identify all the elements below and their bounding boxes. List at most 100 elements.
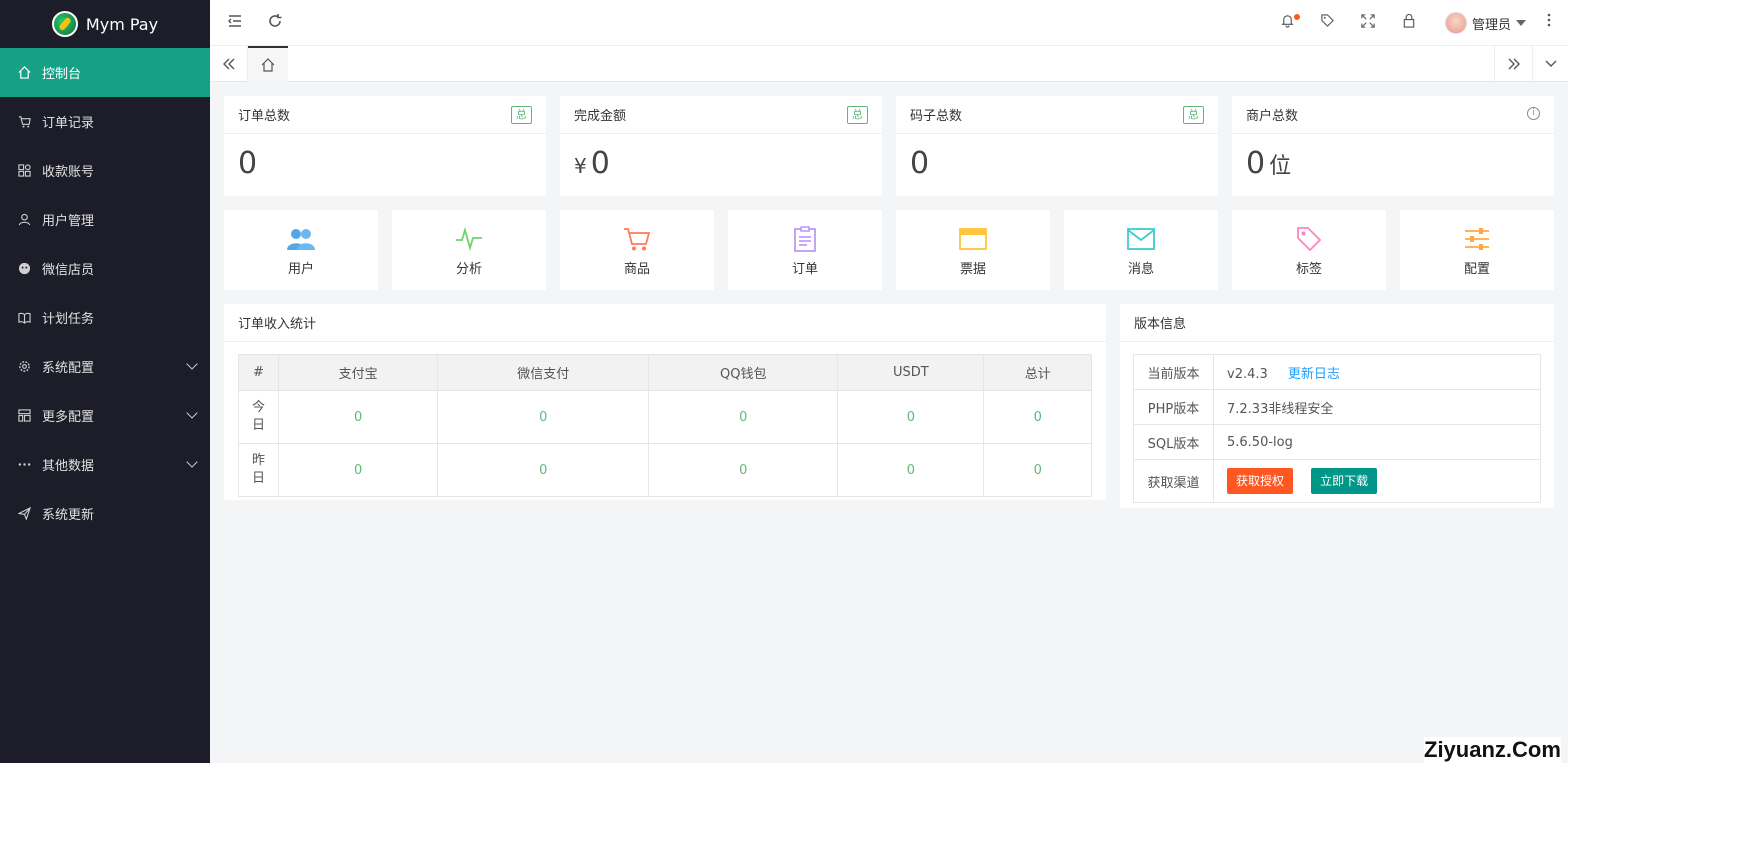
- stat-value-row: 0: [896, 134, 1218, 193]
- sidebar-item-system-update[interactable]: 系统更新: [0, 489, 210, 538]
- panel-title: 版本信息: [1134, 317, 1187, 332]
- pulse-icon: [453, 224, 485, 254]
- stat-value: 0: [590, 146, 610, 181]
- tabs-scroll-right-icon[interactable]: [1494, 46, 1532, 82]
- quick-label: 配置: [1463, 261, 1490, 277]
- caret-down-icon: [1516, 20, 1526, 26]
- sidebar-item-more-config[interactable]: 更多配置: [0, 391, 210, 440]
- row-value: 获取授权 立即下载: [1213, 459, 1541, 503]
- stat-card-header: 完成金额 总: [560, 96, 882, 134]
- sidebar-item-system-config[interactable]: 系统配置: [0, 342, 210, 391]
- table-row: 昨日 0 0 0 0 0: [238, 443, 1092, 497]
- tag-icon: [1293, 224, 1325, 254]
- sidebar-item-label: 系统配置: [42, 361, 95, 376]
- sidebar-item-tasks[interactable]: 计划任务: [0, 293, 210, 342]
- tab-home[interactable]: [248, 46, 288, 82]
- quick-label: 用户: [287, 261, 314, 277]
- column-header: 支付宝: [277, 354, 439, 391]
- table-row: 当前版本 v2.4.3 更新日志: [1133, 354, 1541, 390]
- template-icon: [18, 409, 31, 422]
- sidebar-item-other-data[interactable]: 其他数据: [0, 440, 210, 489]
- quick-label: 标签: [1295, 261, 1322, 277]
- table-cell: 0: [437, 390, 650, 444]
- app-root: Mym Pay 控制台 订单记录 收款账号 用户管理 微信店员 计划任务 系统配…: [0, 0, 1568, 763]
- tabs-scroll-left-icon[interactable]: [210, 46, 248, 82]
- info-icon[interactable]: i: [1527, 107, 1540, 120]
- tabs-dropdown-icon[interactable]: [1532, 46, 1568, 82]
- column-header: #: [238, 354, 279, 391]
- more-vertical-icon[interactable]: [1547, 12, 1551, 32]
- changelog-link[interactable]: 更新日志: [1288, 367, 1340, 382]
- panel-header: 订单收入统计: [224, 304, 1106, 342]
- stat-title: 订单总数: [238, 109, 291, 124]
- cart-icon: [621, 224, 653, 254]
- user-name: 管理员: [1471, 17, 1511, 33]
- cart-icon: [18, 115, 31, 128]
- sidebar-item-label: 收款账号: [42, 165, 95, 180]
- quick-config[interactable]: 配置: [1400, 210, 1554, 290]
- quick-analysis[interactable]: 分析: [392, 210, 546, 290]
- user-menu[interactable]: 管理员: [1444, 12, 1526, 34]
- sidebar-item-label: 微信店员: [42, 263, 95, 278]
- top-header: 管理员: [210, 0, 1568, 46]
- column-header: 总计: [983, 354, 1092, 391]
- total-badge: 总: [1183, 106, 1204, 124]
- quick-label: 订单: [791, 261, 818, 277]
- more-icon: [18, 458, 31, 471]
- table-cell: 0: [648, 390, 839, 444]
- sidebar-item-label: 订单记录: [42, 116, 95, 131]
- tag-icon[interactable]: [1320, 13, 1335, 32]
- sidebar-item-dashboard[interactable]: 控制台: [0, 48, 210, 97]
- watermark: Ziyuanz.Com: [1424, 737, 1561, 763]
- quick-label: 消息: [1127, 261, 1154, 277]
- fullscreen-icon[interactable]: [1361, 13, 1375, 32]
- stat-title: 完成金额: [574, 109, 627, 124]
- sidebar-item-accounts[interactable]: 收款账号: [0, 146, 210, 195]
- bell-icon[interactable]: [1280, 13, 1295, 32]
- quick-label: 分析: [455, 261, 482, 277]
- table-cell: 0: [437, 443, 650, 497]
- home-icon: [261, 58, 275, 72]
- quick-users[interactable]: 用户: [224, 210, 378, 290]
- wechat-icon: [18, 262, 31, 275]
- chevron-down-icon: [186, 456, 198, 468]
- stat-value: 0: [1246, 146, 1266, 181]
- quick-messages[interactable]: 消息: [1064, 210, 1218, 290]
- logo[interactable]: Mym Pay: [0, 0, 210, 48]
- get-license-button[interactable]: 获取授权: [1227, 468, 1294, 494]
- stat-card-merchants: 商户总数 i 0 位: [1232, 96, 1554, 196]
- sidebar-item-label: 计划任务: [42, 312, 95, 327]
- rocket-logo-icon: [51, 11, 78, 37]
- order-income-panel: 订单收入统计 # 支付宝 微信支付 QQ钱包 USDT 总计 今日 0 0 0 …: [224, 304, 1106, 500]
- sidebar-item-label: 控制台: [42, 67, 82, 82]
- app-name: Mym Pay: [85, 14, 159, 34]
- table-cell: 0: [277, 443, 439, 497]
- panel-title: 订单收入统计: [238, 317, 317, 332]
- apps-icon: [18, 164, 31, 177]
- sidebar-item-label: 更多配置: [42, 410, 95, 425]
- row-label: 今日: [238, 390, 279, 444]
- row-value: 5.6.50-log: [1213, 424, 1541, 460]
- sidebar-item-orders[interactable]: 订单记录: [0, 97, 210, 146]
- refresh-icon[interactable]: [267, 13, 283, 33]
- version-table: 当前版本 v2.4.3 更新日志 PHP版本 7.2.33非线程安全 SQL版本…: [1133, 354, 1541, 503]
- quick-tags[interactable]: 标签: [1232, 210, 1386, 290]
- menu-fold-icon[interactable]: [227, 13, 243, 33]
- quick-receipts[interactable]: 票据: [896, 210, 1050, 290]
- stat-title: 商户总数: [1246, 109, 1299, 124]
- row-key: SQL版本: [1133, 424, 1214, 460]
- sidebar-item-label: 其他数据: [42, 459, 95, 474]
- stat-card-header: 商户总数 i: [1232, 96, 1554, 134]
- send-icon: [18, 507, 31, 520]
- table-cell: 0: [277, 390, 439, 444]
- quick-orders[interactable]: 订单: [728, 210, 882, 290]
- mail-icon: [1125, 224, 1157, 254]
- download-button[interactable]: 立即下载: [1311, 468, 1378, 494]
- quick-products[interactable]: 商品: [560, 210, 714, 290]
- currency-prefix: ¥: [574, 154, 587, 178]
- lock-icon[interactable]: [1402, 13, 1416, 32]
- user-icon: [18, 213, 31, 226]
- sidebar-item-label: 用户管理: [42, 214, 95, 229]
- sidebar-item-wechat-staff[interactable]: 微信店员: [0, 244, 210, 293]
- sidebar-item-users[interactable]: 用户管理: [0, 195, 210, 244]
